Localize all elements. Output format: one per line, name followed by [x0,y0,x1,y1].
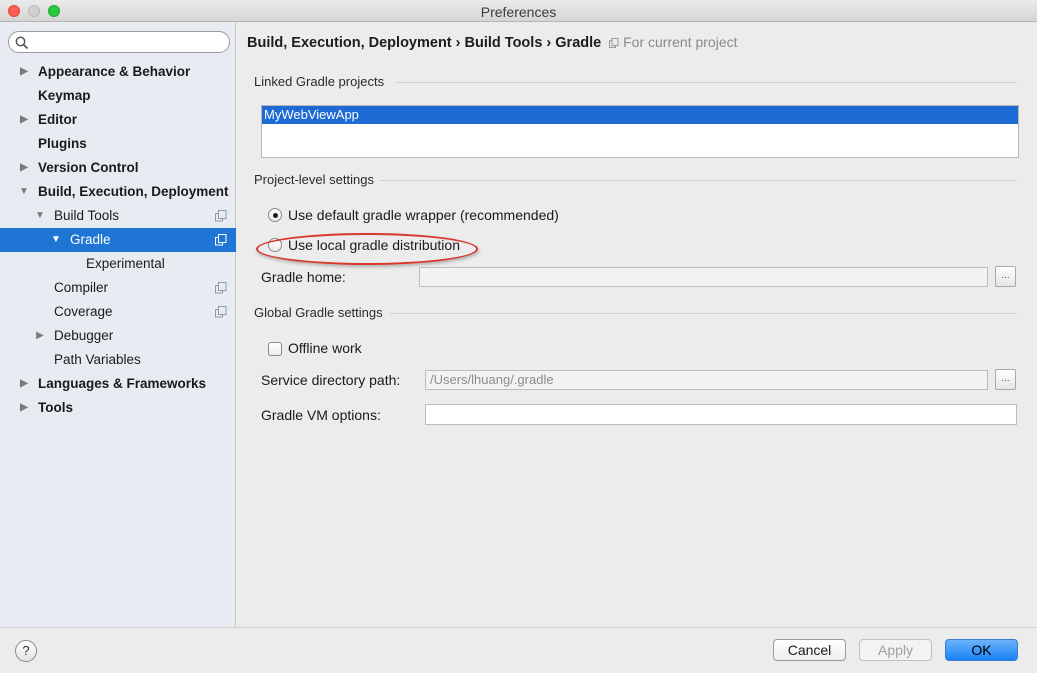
cancel-button[interactable]: Cancel [773,639,846,661]
gradle-settings-panel: Build, Execution, Deployment › Build Too… [237,22,1037,627]
sidebar-item-build-tools[interactable]: ▼ Build Tools [0,204,236,228]
settings-sidebar: ▶ Appearance & Behavior Keymap ▶ Editor Plugi… [0,22,236,627]
expand-right-icon[interactable]: ▶ [18,60,30,84]
project-scope-icon [215,306,227,318]
sidebar-item-label: Path Variables [54,352,141,367]
service-directory-browse-button[interactable]: ... [995,369,1016,390]
sidebar-item-appearance-behavior[interactable]: ▶ Appearance & Behavior [0,60,236,84]
expand-down-icon[interactable]: ▼ [50,228,62,252]
sidebar-item-debugger[interactable]: ▶ Debugger [0,324,236,348]
breadcrumb-path: Build, Execution, Deployment › Build Too… [247,35,602,51]
sidebar-item-label: Compiler [54,280,109,295]
search-input[interactable] [8,31,230,53]
sidebar-item-compiler[interactable]: Compiler [0,276,236,300]
sidebar-item-label: Build, Execution, Deployment [38,184,229,199]
title-bar: Preferences [0,0,1037,22]
project-scope-icon [215,282,227,294]
scope-text: For current project [623,34,738,50]
sidebar-item-label: Debugger [54,328,114,343]
gradle-home-input[interactable] [419,267,988,287]
sidebar-item-coverage[interactable]: Coverage [0,300,236,324]
annotation-highlight-ellipse [256,233,478,265]
sidebar-item-plugins[interactable]: Plugins [0,132,236,156]
expand-right-icon[interactable]: ▶ [18,396,30,420]
offline-work-checkbox[interactable] [268,342,282,356]
default-wrapper-radio[interactable] [268,208,282,222]
default-wrapper-label[interactable]: Use default gradle wrapper (recommended) [288,207,559,223]
expand-down-icon[interactable]: ▼ [34,204,46,228]
expand-right-icon[interactable]: ▶ [34,324,46,348]
sidebar-item-label: Editor [38,112,77,127]
project-scope-icon [215,234,227,246]
sidebar-item-label: Appearance & Behavior [38,64,191,79]
section-divider [380,180,1017,181]
help-icon[interactable]: ? [15,640,37,662]
project-scope-icon [609,38,619,48]
vm-options-input[interactable] [425,404,1017,425]
service-directory-input[interactable]: /Users/lhuang/.gradle [425,370,988,390]
expand-right-icon[interactable]: ▶ [18,372,30,396]
ok-button[interactable]: OK [945,639,1018,661]
scope-label: For current project [609,34,738,50]
sidebar-item-keymap[interactable]: Keymap [0,84,236,108]
sidebar-item-label: Plugins [38,136,87,151]
project-scope-icon [215,210,227,222]
sidebar-item-tools[interactable]: ▶ Tools [0,396,236,420]
sidebar-item-version-control[interactable]: ▶ Version Control [0,156,236,180]
section-divider [390,313,1017,314]
sidebar-item-build-execution-deployment[interactable]: ▼ Build, Execution, Deployment [0,180,236,204]
sidebar-item-label: Tools [38,400,73,415]
sidebar-item-label: Experimental [86,256,165,271]
sidebar-item-experimental[interactable]: Experimental [0,252,236,276]
window-title: Preferences [480,4,557,20]
project-settings-title: Project-level settings [254,172,374,187]
sidebar-item-label: Build Tools [54,208,120,223]
sidebar-item-path-variables[interactable]: Path Variables [0,348,236,372]
linked-project-item[interactable]: MyWebViewApp [262,106,1018,124]
sidebar-item-editor[interactable]: ▶ Editor [0,108,236,132]
linked-projects-list[interactable]: MyWebViewApp [261,105,1019,158]
service-directory-label: Service directory path: [261,372,401,388]
sidebar-item-label: Keymap [38,88,91,103]
sidebar-item-label: Gradle [70,232,111,247]
sidebar-item-label: Languages & Frameworks [38,376,207,391]
expand-right-icon[interactable]: ▶ [18,156,30,180]
offline-work-label[interactable]: Offline work [288,340,362,356]
sidebar-item-languages-frameworks[interactable]: ▶ Languages & Frameworks [0,372,236,396]
expand-right-icon[interactable]: ▶ [18,108,30,132]
breadcrumb: Build, Execution, Deployment › Build Too… [247,34,738,51]
vm-options-label: Gradle VM options: [261,407,381,423]
sidebar-item-label: Version Control [38,160,139,175]
sidebar-item-gradle[interactable]: ▼ Gradle [0,228,236,252]
linked-projects-title: Linked Gradle projects [254,74,385,89]
apply-button[interactable]: Apply [859,639,932,661]
gradle-home-label: Gradle home: [261,269,346,285]
sidebar-item-label: Coverage [54,304,113,319]
gradle-home-browse-button[interactable]: ... [995,266,1016,287]
section-divider [395,82,1017,83]
expand-down-icon[interactable]: ▼ [18,180,30,204]
global-settings-title: Global Gradle settings [254,305,383,320]
search-icon [15,36,29,50]
